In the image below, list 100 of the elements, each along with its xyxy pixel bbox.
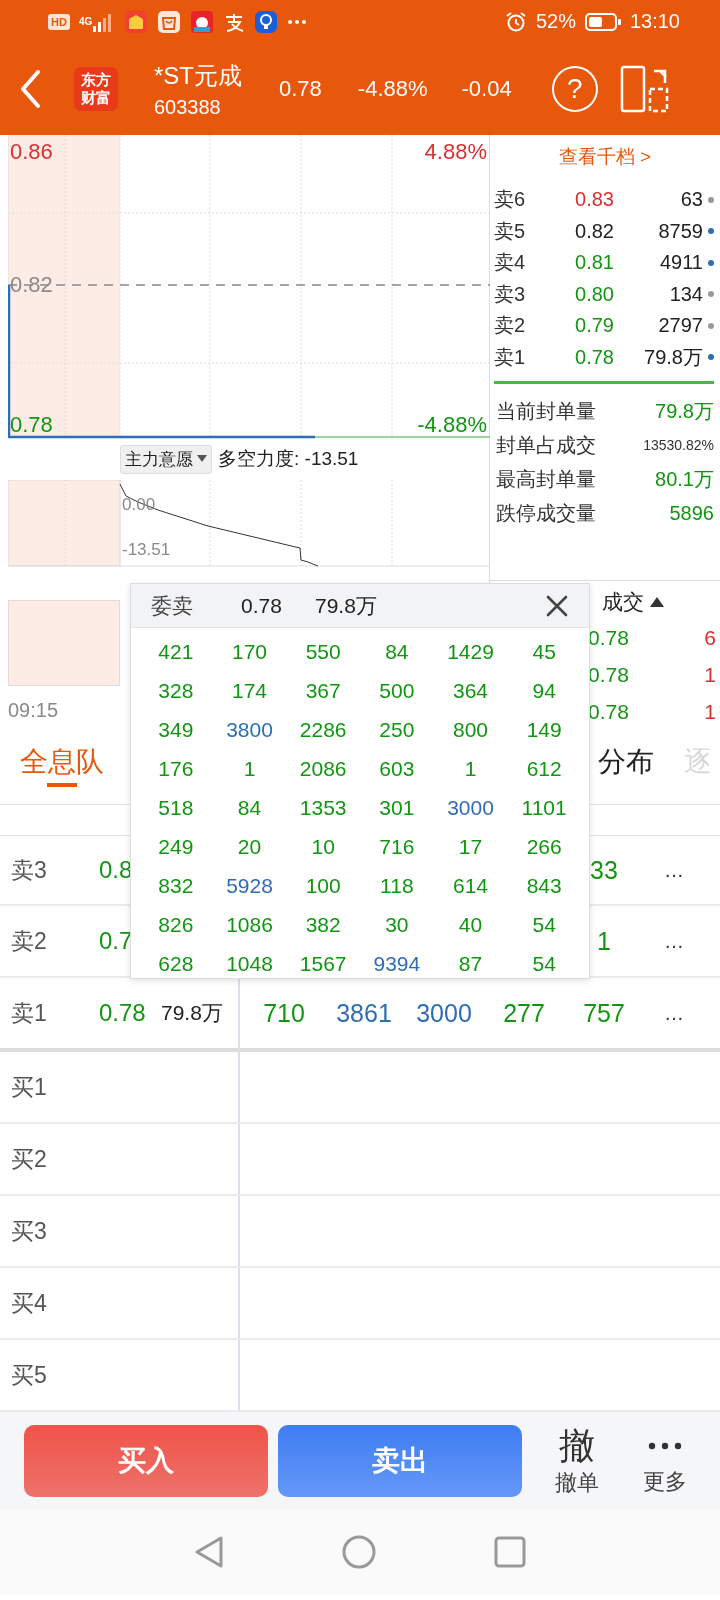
queue-order: 628 xyxy=(157,951,195,976)
level-volume: 8759 xyxy=(657,219,703,243)
queue-order: 40 xyxy=(457,912,484,937)
battery-percent: 52% xyxy=(535,10,576,33)
queue-order: 1048 xyxy=(225,951,274,976)
queue-order: 1101 xyxy=(520,795,568,820)
stat-value: 5896 xyxy=(669,501,714,525)
level-volume: 79.8万 xyxy=(161,1000,223,1026)
recent-apps-icon[interactable] xyxy=(494,1535,526,1568)
axis-label: 0.86 xyxy=(10,139,53,165)
trade-volume: 6 xyxy=(704,625,716,650)
section-title: 成交 xyxy=(602,589,644,615)
queue-order: 716 xyxy=(378,834,416,859)
indicator-selector[interactable]: 主力意愿 xyxy=(120,444,212,474)
queue-order: 1086 xyxy=(225,912,274,937)
queue-order: 1429 xyxy=(446,639,495,664)
more-icon xyxy=(647,1441,683,1451)
queue-order: 266 xyxy=(525,834,563,859)
app-icon xyxy=(190,9,215,34)
queue-order: 3000 xyxy=(446,795,495,820)
lightbulb-icon xyxy=(254,9,279,34)
network-label: 4G xyxy=(78,16,93,27)
level-label: 卖1 xyxy=(11,998,48,1028)
queue-order: 1353 xyxy=(298,795,348,820)
queue-order: 1567 xyxy=(298,951,348,976)
clock-time: 13:10 xyxy=(629,10,680,33)
queue-order: 250 xyxy=(378,717,416,742)
level-price: 0.7 xyxy=(99,927,134,955)
axis-label: 0.82 xyxy=(10,272,53,298)
stock-name: *ST元成 xyxy=(154,60,243,91)
queue-order: 9394 xyxy=(372,951,422,976)
level-label: 卖4 xyxy=(494,250,527,276)
level-price: 0.78 xyxy=(99,999,147,1027)
queue-order: 612 xyxy=(525,756,563,781)
level-label: 卖3 xyxy=(11,855,48,885)
price-change: -0.04 xyxy=(461,76,512,102)
level-volume: 134 xyxy=(668,282,703,306)
queue-order: 1 xyxy=(242,756,257,781)
queue-order: 87 xyxy=(457,951,484,976)
queue-order: 843 xyxy=(525,873,563,898)
queue-order: 2286 xyxy=(298,717,348,742)
depth-link[interactable]: 查看千档 > xyxy=(490,135,720,173)
queue-order: 800 xyxy=(451,717,489,742)
cancel-order-button[interactable]: 撤 撤单 xyxy=(534,1423,620,1498)
more-orders[interactable]: … xyxy=(644,929,704,953)
trade-volume: 1 xyxy=(704,662,716,687)
level-volume: 4911 xyxy=(659,251,703,275)
axis-label: -13.51 xyxy=(122,540,171,560)
level-label: 卖3 xyxy=(494,281,527,307)
queue-order: 2086 xyxy=(298,756,348,781)
dropdown-icon xyxy=(197,455,207,463)
close-icon[interactable] xyxy=(545,593,569,618)
queue-order: 174 xyxy=(230,678,268,703)
more-orders[interactable]: … xyxy=(644,1001,704,1025)
queue-order: 149 xyxy=(525,717,563,742)
split-screen-icon[interactable] xyxy=(619,65,670,113)
queue-order: 832 xyxy=(157,873,195,898)
level-price: 0.81 xyxy=(574,251,614,275)
queue-order: 603 xyxy=(378,756,416,781)
queue-order: 84 xyxy=(384,639,410,664)
queue-order: 349 xyxy=(157,717,195,742)
stat-label: 跌停成交量 xyxy=(496,500,596,526)
stat-label: 最高封单量 xyxy=(496,466,596,492)
queue-order: 1 xyxy=(596,926,612,956)
app-icon xyxy=(124,9,149,34)
queue-order: 3000 xyxy=(415,998,473,1028)
stock-price: 0.78 xyxy=(279,76,322,102)
tab[interactable]: 分布 xyxy=(598,743,654,791)
level-price: 0.79 xyxy=(574,314,614,338)
queue-order: 500 xyxy=(378,678,416,703)
queue-order: 1 xyxy=(463,756,478,781)
level-label: 卖2 xyxy=(494,313,527,339)
trade-price: 0.78 xyxy=(588,625,629,650)
stat-label: 当前封单量 xyxy=(496,398,596,424)
queue-order: 45 xyxy=(531,639,557,664)
queue-order: 17 xyxy=(457,834,484,859)
queue-order: 550 xyxy=(304,639,342,664)
back-icon[interactable] xyxy=(194,1534,224,1569)
level-price: 0.78 xyxy=(574,345,614,369)
axis-label: 0.78 xyxy=(10,412,53,438)
queue-order: 94 xyxy=(531,678,557,703)
level-price: 0.80 xyxy=(574,282,614,306)
home-icon[interactable] xyxy=(342,1534,376,1569)
queue-order: 170 xyxy=(230,639,268,664)
level-price: 0.82 xyxy=(574,219,614,243)
queue-order: 826 xyxy=(157,912,195,937)
more-orders[interactable]: … xyxy=(644,858,704,882)
level-label: 卖6 xyxy=(494,187,527,213)
queue-order: 518 xyxy=(157,795,195,820)
trade-price: 0.78 xyxy=(588,662,629,687)
help-button[interactable]: ? xyxy=(551,66,598,112)
more-notifications-icon xyxy=(287,17,308,26)
queue-order: 84 xyxy=(236,795,263,820)
queue-order: 277 xyxy=(502,998,546,1028)
trade-price: 0.78 xyxy=(588,699,629,724)
more-button[interactable]: 更多 xyxy=(622,1424,708,1497)
level-volume: 63 xyxy=(679,188,703,212)
queue-order: 54 xyxy=(531,912,557,937)
queue-order: 176 xyxy=(157,756,195,781)
axis-label: -4.88% xyxy=(417,412,487,438)
